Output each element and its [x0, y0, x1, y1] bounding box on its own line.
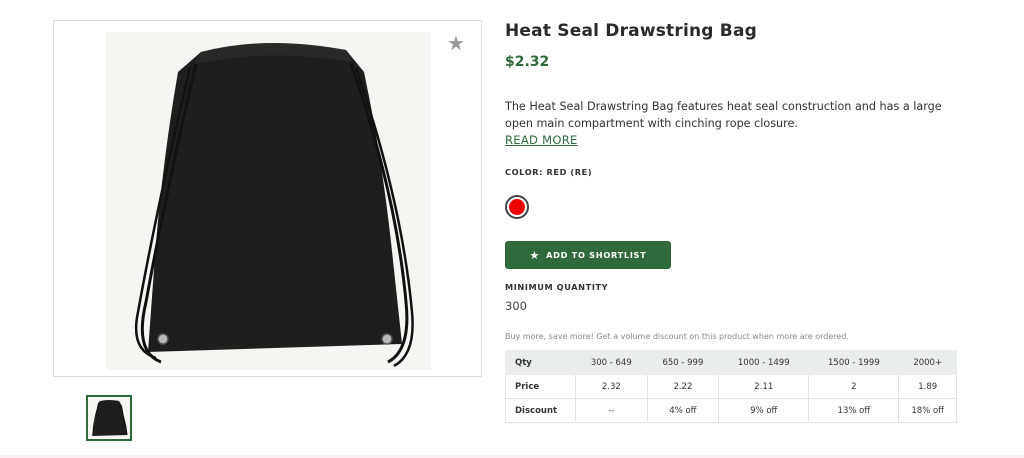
- minimum-quantity-value: 300: [505, 299, 527, 313]
- price-cell: 2: [808, 374, 900, 399]
- add-to-shortlist-button[interactable]: ★ ADD TO SHORTLIST: [505, 241, 671, 269]
- drawstring-bag-thumbnail-icon: [92, 400, 128, 436]
- volume-discount-note: Buy more, save more! Get a volume discou…: [505, 332, 849, 341]
- product-price: $2.32: [505, 54, 550, 70]
- discount-cell: 9% off: [718, 398, 810, 423]
- price-row-label: Price: [505, 374, 576, 399]
- price-cell: 2.11: [718, 374, 810, 399]
- price-cell: 2.22: [646, 374, 720, 399]
- star-icon: ★: [529, 248, 541, 262]
- discount-cell: --: [575, 398, 648, 423]
- product-main-image[interactable]: ★: [53, 20, 482, 377]
- color-swatch-red[interactable]: [505, 195, 529, 219]
- color-label: COLOR: RED (RE): [505, 167, 593, 177]
- pricing-header-row: Qty 300 - 649 650 - 999 1000 - 1499 1500…: [505, 350, 957, 375]
- qty-tier-header: 300 - 649: [575, 350, 648, 375]
- product-thumbnail[interactable]: [86, 395, 132, 441]
- pricing-table: Qty 300 - 649 650 - 999 1000 - 1499 1500…: [505, 350, 957, 423]
- discount-row-label: Discount: [505, 398, 576, 423]
- discount-cell: 13% off: [808, 398, 900, 423]
- qty-header: Qty: [505, 350, 576, 375]
- discount-cell: 4% off: [646, 398, 720, 423]
- qty-tier-header: 2000+: [898, 350, 957, 375]
- price-cell: 1.89: [898, 374, 957, 399]
- qty-tier-header: 1500 - 1999: [808, 350, 900, 375]
- qty-tier-header: 650 - 999: [646, 350, 720, 375]
- drawstring-bag-image: [134, 42, 414, 368]
- discount-row: Discount -- 4% off 9% off 13% off 18% of…: [505, 398, 957, 423]
- discount-cell: 18% off: [898, 398, 957, 423]
- product-description: The Heat Seal Drawstring Bag features he…: [505, 100, 942, 130]
- read-more-link[interactable]: READ MORE: [505, 133, 578, 147]
- price-cell: 2.32: [575, 374, 648, 399]
- qty-tier-header: 1000 - 1499: [718, 350, 810, 375]
- color-swatch-fill: [509, 199, 525, 215]
- price-row: Price 2.32 2.22 2.11 2 1.89: [505, 374, 957, 399]
- add-to-shortlist-label: ADD TO SHORTLIST: [546, 250, 647, 260]
- product-title: Heat Seal Drawstring Bag: [505, 21, 757, 41]
- minimum-quantity-label: MINIMUM QUANTITY: [505, 282, 609, 292]
- favorite-star-icon[interactable]: ★: [447, 33, 467, 53]
